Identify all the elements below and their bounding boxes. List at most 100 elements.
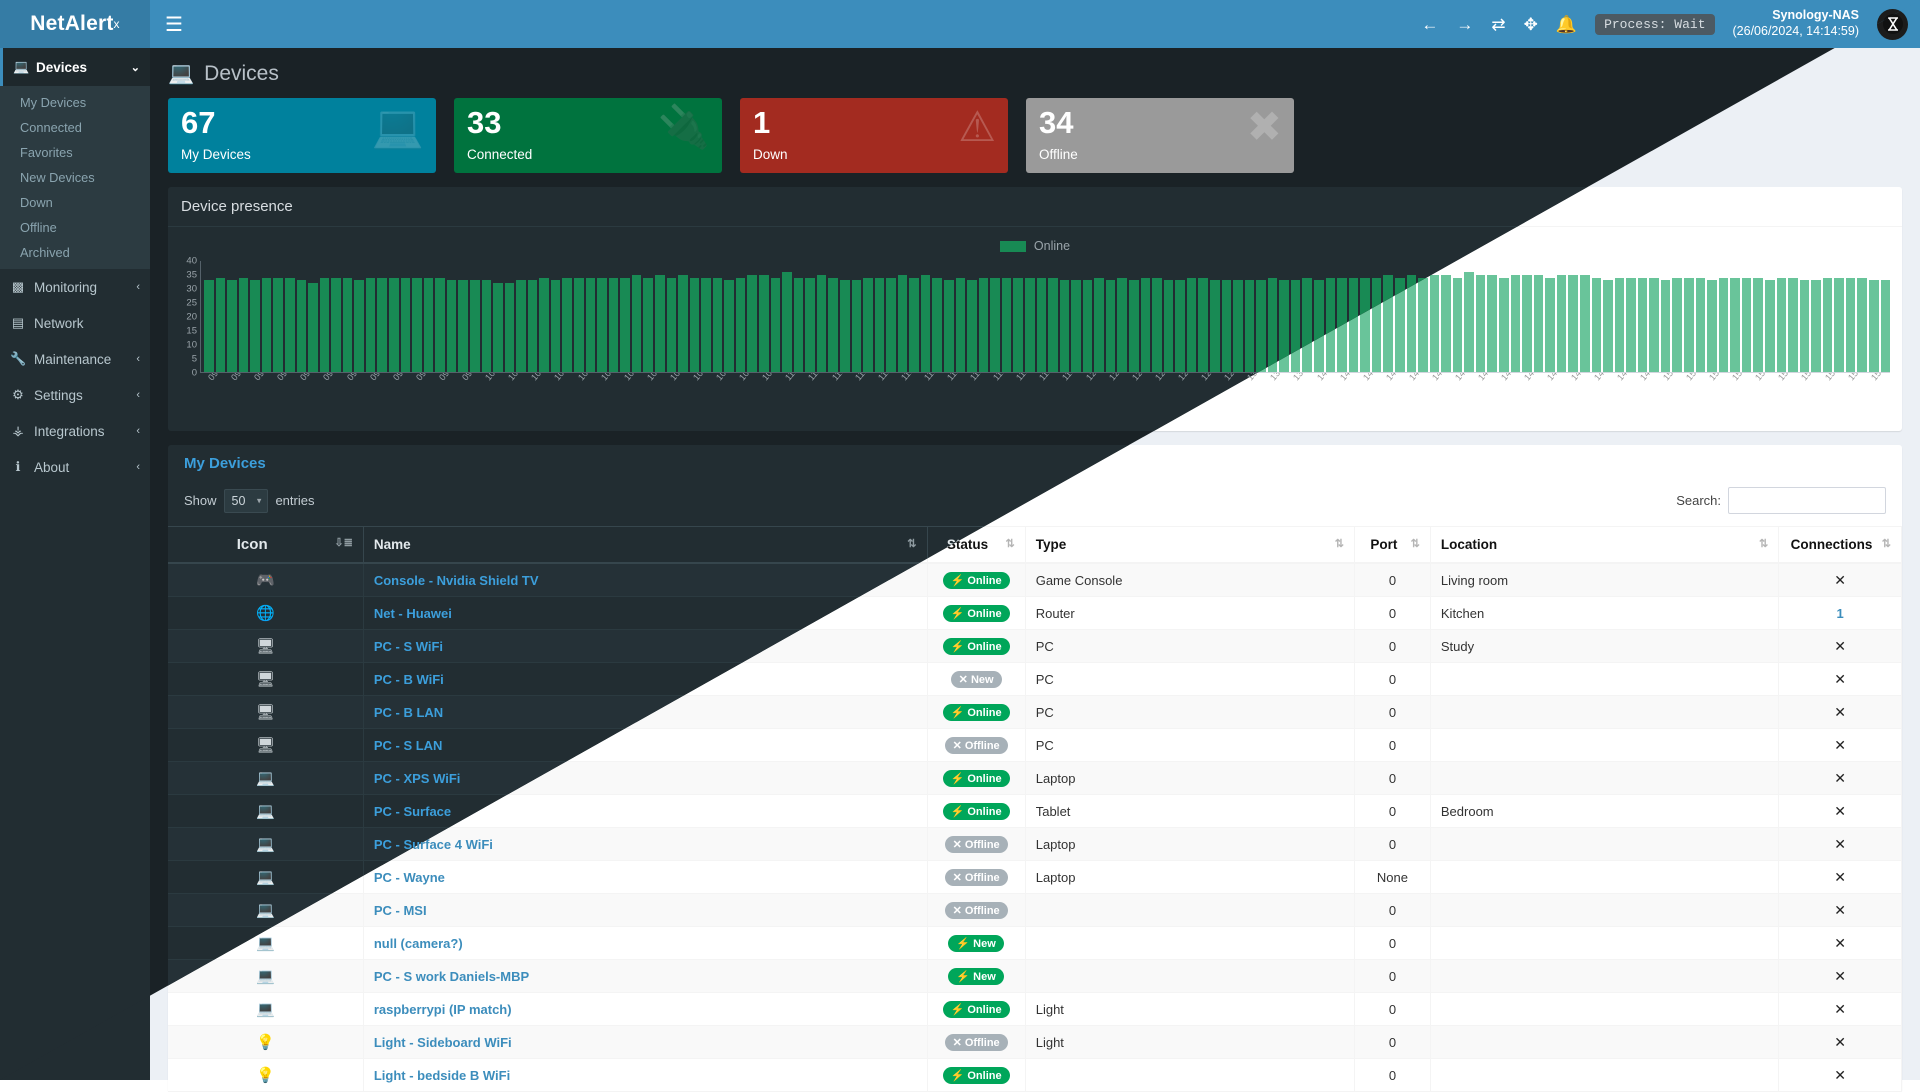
cell-status: ✕ New <box>927 663 1025 696</box>
col-type[interactable]: Type⇅ <box>1025 527 1354 564</box>
close-icon: ✕ <box>1834 869 1846 885</box>
sidebar-item-about[interactable]: ℹ About ‹ <box>0 449 150 485</box>
hamburger-icon[interactable]: ☰ <box>150 0 198 48</box>
close-icon: ✕ <box>1834 671 1846 687</box>
chart-bar <box>586 278 596 372</box>
page-size-select[interactable]: 50 <box>224 489 269 513</box>
device-name-link[interactable]: PC - B WiFi <box>374 672 444 687</box>
cell-type: Laptop <box>1025 861 1354 894</box>
connections-link[interactable]: 1 <box>1836 606 1843 621</box>
chart-bar <box>1487 275 1497 372</box>
status-badge: ⚡ Online <box>943 605 1010 622</box>
page-size-select-wrap: 50 ▾ <box>224 493 269 508</box>
chart-bar <box>828 278 838 372</box>
col-connections[interactable]: Connections⇅ <box>1779 527 1902 564</box>
chart-bar <box>805 278 815 372</box>
device-name-link[interactable]: PC - B LAN <box>374 705 443 720</box>
col-name[interactable]: Name⇅ <box>363 527 927 564</box>
sidebar-item-network[interactable]: ▤ Network <box>0 305 150 341</box>
stat-card-down[interactable]: 1 Down ⚠ <box>740 98 1008 173</box>
device-name-link[interactable]: PC - S LAN <box>374 738 443 753</box>
stat-card-my-devices[interactable]: 67 My Devices 💻 <box>168 98 436 173</box>
col-icon[interactable]: Icon⇩≣ <box>168 527 363 564</box>
device-name-link[interactable]: Light - bedside B WiFi <box>374 1068 510 1083</box>
device-name-link[interactable]: PC - Surface <box>374 804 451 819</box>
table-row[interactable]: 💻PC - MSI✕ Offline0✕ <box>168 894 1902 927</box>
chart-bar <box>724 280 734 372</box>
cell-status: ⚡ Online <box>927 630 1025 663</box>
tab-my-devices[interactable]: My Devices <box>184 455 266 472</box>
sidebar-item-favorites[interactable]: Favorites <box>0 140 150 165</box>
close-icon: ✕ <box>1834 704 1846 720</box>
cell-port: 0 <box>1355 1026 1431 1059</box>
brand-logo[interactable]: NetAlertx <box>0 0 150 48</box>
sidebar-item-maintenance[interactable]: 🔧 Maintenance ‹ <box>0 341 150 377</box>
col-name-label: Name <box>374 537 411 552</box>
sidebar-item-new-devices[interactable]: New Devices <box>0 165 150 190</box>
device-name-link[interactable]: Light - Sideboard WiFi <box>374 1035 512 1050</box>
device-name-link[interactable]: PC - XPS WiFi <box>374 771 461 786</box>
sidebar-item-down[interactable]: Down <box>0 190 150 215</box>
search-input[interactable] <box>1728 487 1886 514</box>
chart-bar <box>1129 280 1139 372</box>
col-port[interactable]: Port⇅ <box>1355 527 1431 564</box>
chart-bar <box>1800 280 1810 372</box>
sidebar-item-offline[interactable]: Offline <box>0 215 150 240</box>
sidebar-item-settings[interactable]: ⚙ Settings ‹ <box>0 377 150 413</box>
table-row[interactable]: 💡Light - bedside B WiFi⚡ Online0✕ <box>168 1059 1902 1092</box>
sidebar-item-connected[interactable]: Connected <box>0 115 150 140</box>
nav-forward-icon[interactable]: → <box>1456 16 1473 33</box>
chart-bar <box>1545 278 1555 372</box>
chart-bar <box>1777 278 1787 372</box>
chart-bar <box>285 278 295 372</box>
chart-bar <box>204 280 214 372</box>
bell-icon[interactable]: 🔔 <box>1556 16 1577 33</box>
status-badge: ⚡ New <box>948 935 1003 952</box>
cell-connections: ✕ <box>1779 795 1902 828</box>
chart-bar <box>898 275 908 372</box>
status-badge: ✕ Offline <box>945 869 1008 886</box>
chart-bar <box>366 278 376 372</box>
sidebar-item-my-devices[interactable]: My Devices <box>0 90 150 115</box>
y-tick: 25 <box>186 298 197 308</box>
table-row[interactable]: 💡Light - Sideboard WiFi✕ OfflineLight0✕ <box>168 1026 1902 1059</box>
table-row[interactable]: 💻raspberrypi (IP match)⚡ OnlineLight0✕ <box>168 993 1902 1026</box>
cell-type: Laptop <box>1025 828 1354 861</box>
chart-bar <box>1603 280 1613 372</box>
chart-bar <box>470 280 480 372</box>
device-name-link[interactable]: raspberrypi (IP match) <box>374 1002 512 1017</box>
cell-type <box>1025 927 1354 960</box>
sidebar-item-integrations[interactable]: ⚶ Integrations ‹ <box>0 413 150 449</box>
move-icon[interactable]: ✥ <box>1524 16 1538 33</box>
device-name-link[interactable]: PC - S work Daniels-MBP <box>374 969 529 984</box>
chart-bar <box>1857 278 1867 372</box>
device-name-link[interactable]: PC - S WiFi <box>374 639 443 654</box>
device-name-link[interactable]: PC - Wayne <box>374 870 445 885</box>
chart-bar <box>1568 275 1578 372</box>
col-location[interactable]: Location⇅ <box>1430 527 1778 564</box>
sidebar-item-monitoring[interactable]: ▩ Monitoring ‹ <box>0 269 150 305</box>
device-name-link[interactable]: Console - Nvidia Shield TV <box>374 573 539 588</box>
device-name-link[interactable]: PC - MSI <box>374 903 427 918</box>
cell-name: PC - Wayne <box>363 861 927 894</box>
chart-bar <box>239 278 249 372</box>
table-row[interactable]: 💻PC - S work Daniels-MBP⚡ New0✕ <box>168 960 1902 993</box>
cell-port: 0 <box>1355 894 1431 927</box>
sidebar-group-devices[interactable]: 💻 Devices ⌄ <box>0 48 150 86</box>
device-name-link[interactable]: null (camera?) <box>374 936 463 951</box>
stat-card-offline[interactable]: 34 Offline ✖ <box>1026 98 1294 173</box>
table-row[interactable]: 💻null (camera?)⚡ New0✕ <box>168 927 1902 960</box>
cell-port: 0 <box>1355 762 1431 795</box>
chart-bar <box>1441 275 1451 372</box>
sidebar-item-archived[interactable]: Archived <box>0 240 150 265</box>
chart-bar <box>262 278 272 372</box>
nav-back-icon[interactable]: ← <box>1421 16 1438 33</box>
chart-bar <box>482 280 492 372</box>
chart-bar <box>863 278 873 372</box>
cell-status: ⚡ Online <box>927 696 1025 729</box>
refresh-icon[interactable]: ⇄ <box>1491 16 1505 33</box>
sidebar-item-integrations-label: Integrations <box>34 424 105 439</box>
table-row[interactable]: 💻PC - Wayne✕ OfflineLaptopNone✕ <box>168 861 1902 894</box>
stat-card-connected[interactable]: 33 Connected 🔌 <box>454 98 722 173</box>
device-name-link[interactable]: Net - Huawei <box>374 606 452 621</box>
